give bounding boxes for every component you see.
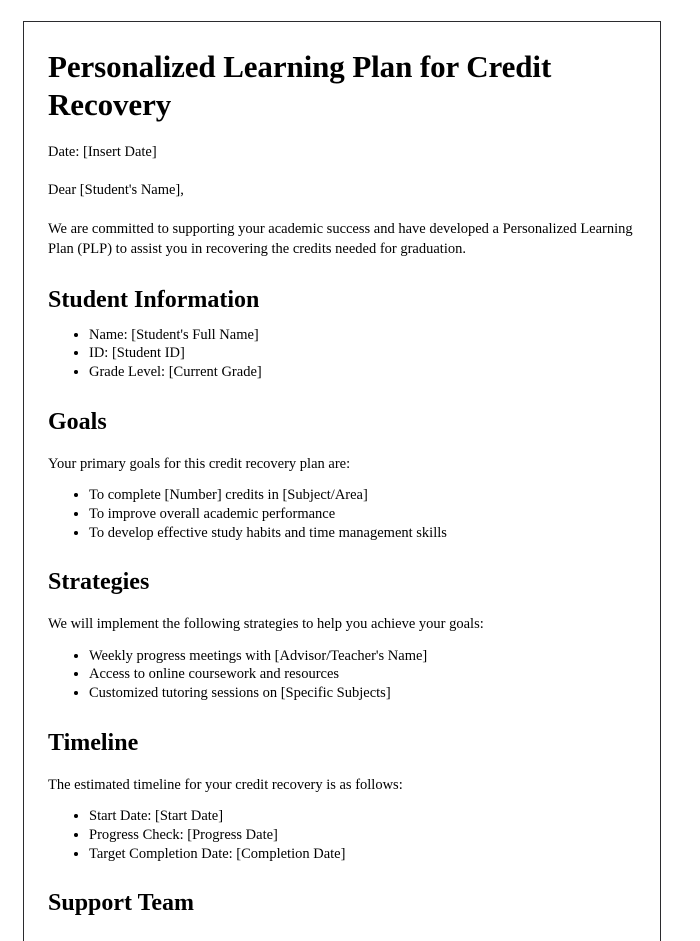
- section-strategies: Strategies We will implement the followi…: [48, 568, 634, 702]
- goals-list: To complete [Number] credits in [Subject…: [48, 486, 634, 542]
- list-item: Grade Level: [Current Grade]: [89, 363, 634, 382]
- section-goals: Goals Your primary goals for this credit…: [48, 408, 634, 542]
- list-item: Customized tutoring sessions on [Specifi…: [89, 684, 634, 703]
- student-information-list: Name: [Student's Full Name] ID: [Student…: [48, 326, 634, 382]
- list-item: Target Completion Date: [Completion Date…: [89, 845, 634, 864]
- section-heading-goals: Goals: [48, 408, 107, 435]
- salutation: Dear [Student's Name],: [48, 182, 184, 199]
- document-body: Personalized Learning Plan for Credit Re…: [24, 22, 660, 918]
- list-item: ID: [Student ID]: [89, 344, 634, 363]
- timeline-list: Start Date: [Start Date] Progress Check:…: [48, 807, 634, 863]
- section-timeline: Timeline The estimated timeline for your…: [48, 729, 634, 863]
- list-item: To improve overall academic performance: [89, 505, 634, 524]
- section-heading-support-team: Support Team: [48, 890, 195, 917]
- list-item: To develop effective study habits and ti…: [89, 524, 634, 543]
- section-heading-timeline: Timeline: [48, 729, 139, 756]
- list-item: Weekly progress meetings with [Advisor/T…: [89, 647, 634, 666]
- timeline-intro: The estimated timeline for your credit r…: [48, 776, 403, 793]
- intro-paragraph: We are committed to supporting your acad…: [48, 220, 633, 258]
- section-heading-strategies: Strategies: [48, 569, 150, 596]
- list-item: Progress Check: [Progress Date]: [89, 826, 634, 845]
- page-title: Personalized Learning Plan for Credit Re…: [48, 49, 552, 122]
- section-student-information: Student Information Name: [Student's Ful…: [48, 286, 634, 382]
- section-support-team: Support Team: [48, 889, 634, 918]
- list-item: Start Date: [Start Date]: [89, 807, 634, 826]
- list-item: Access to online coursework and resource…: [89, 665, 634, 684]
- list-item: To complete [Number] credits in [Subject…: [89, 486, 634, 505]
- document-page: Personalized Learning Plan for Credit Re…: [23, 21, 661, 941]
- date-line: Date: [Insert Date]: [48, 143, 157, 160]
- list-item: Name: [Student's Full Name]: [89, 326, 634, 345]
- strategies-intro: We will implement the following strategi…: [48, 616, 484, 633]
- section-heading-student-information: Student Information: [48, 286, 260, 313]
- strategies-list: Weekly progress meetings with [Advisor/T…: [48, 647, 634, 703]
- goals-intro: Your primary goals for this credit recov…: [48, 455, 351, 472]
